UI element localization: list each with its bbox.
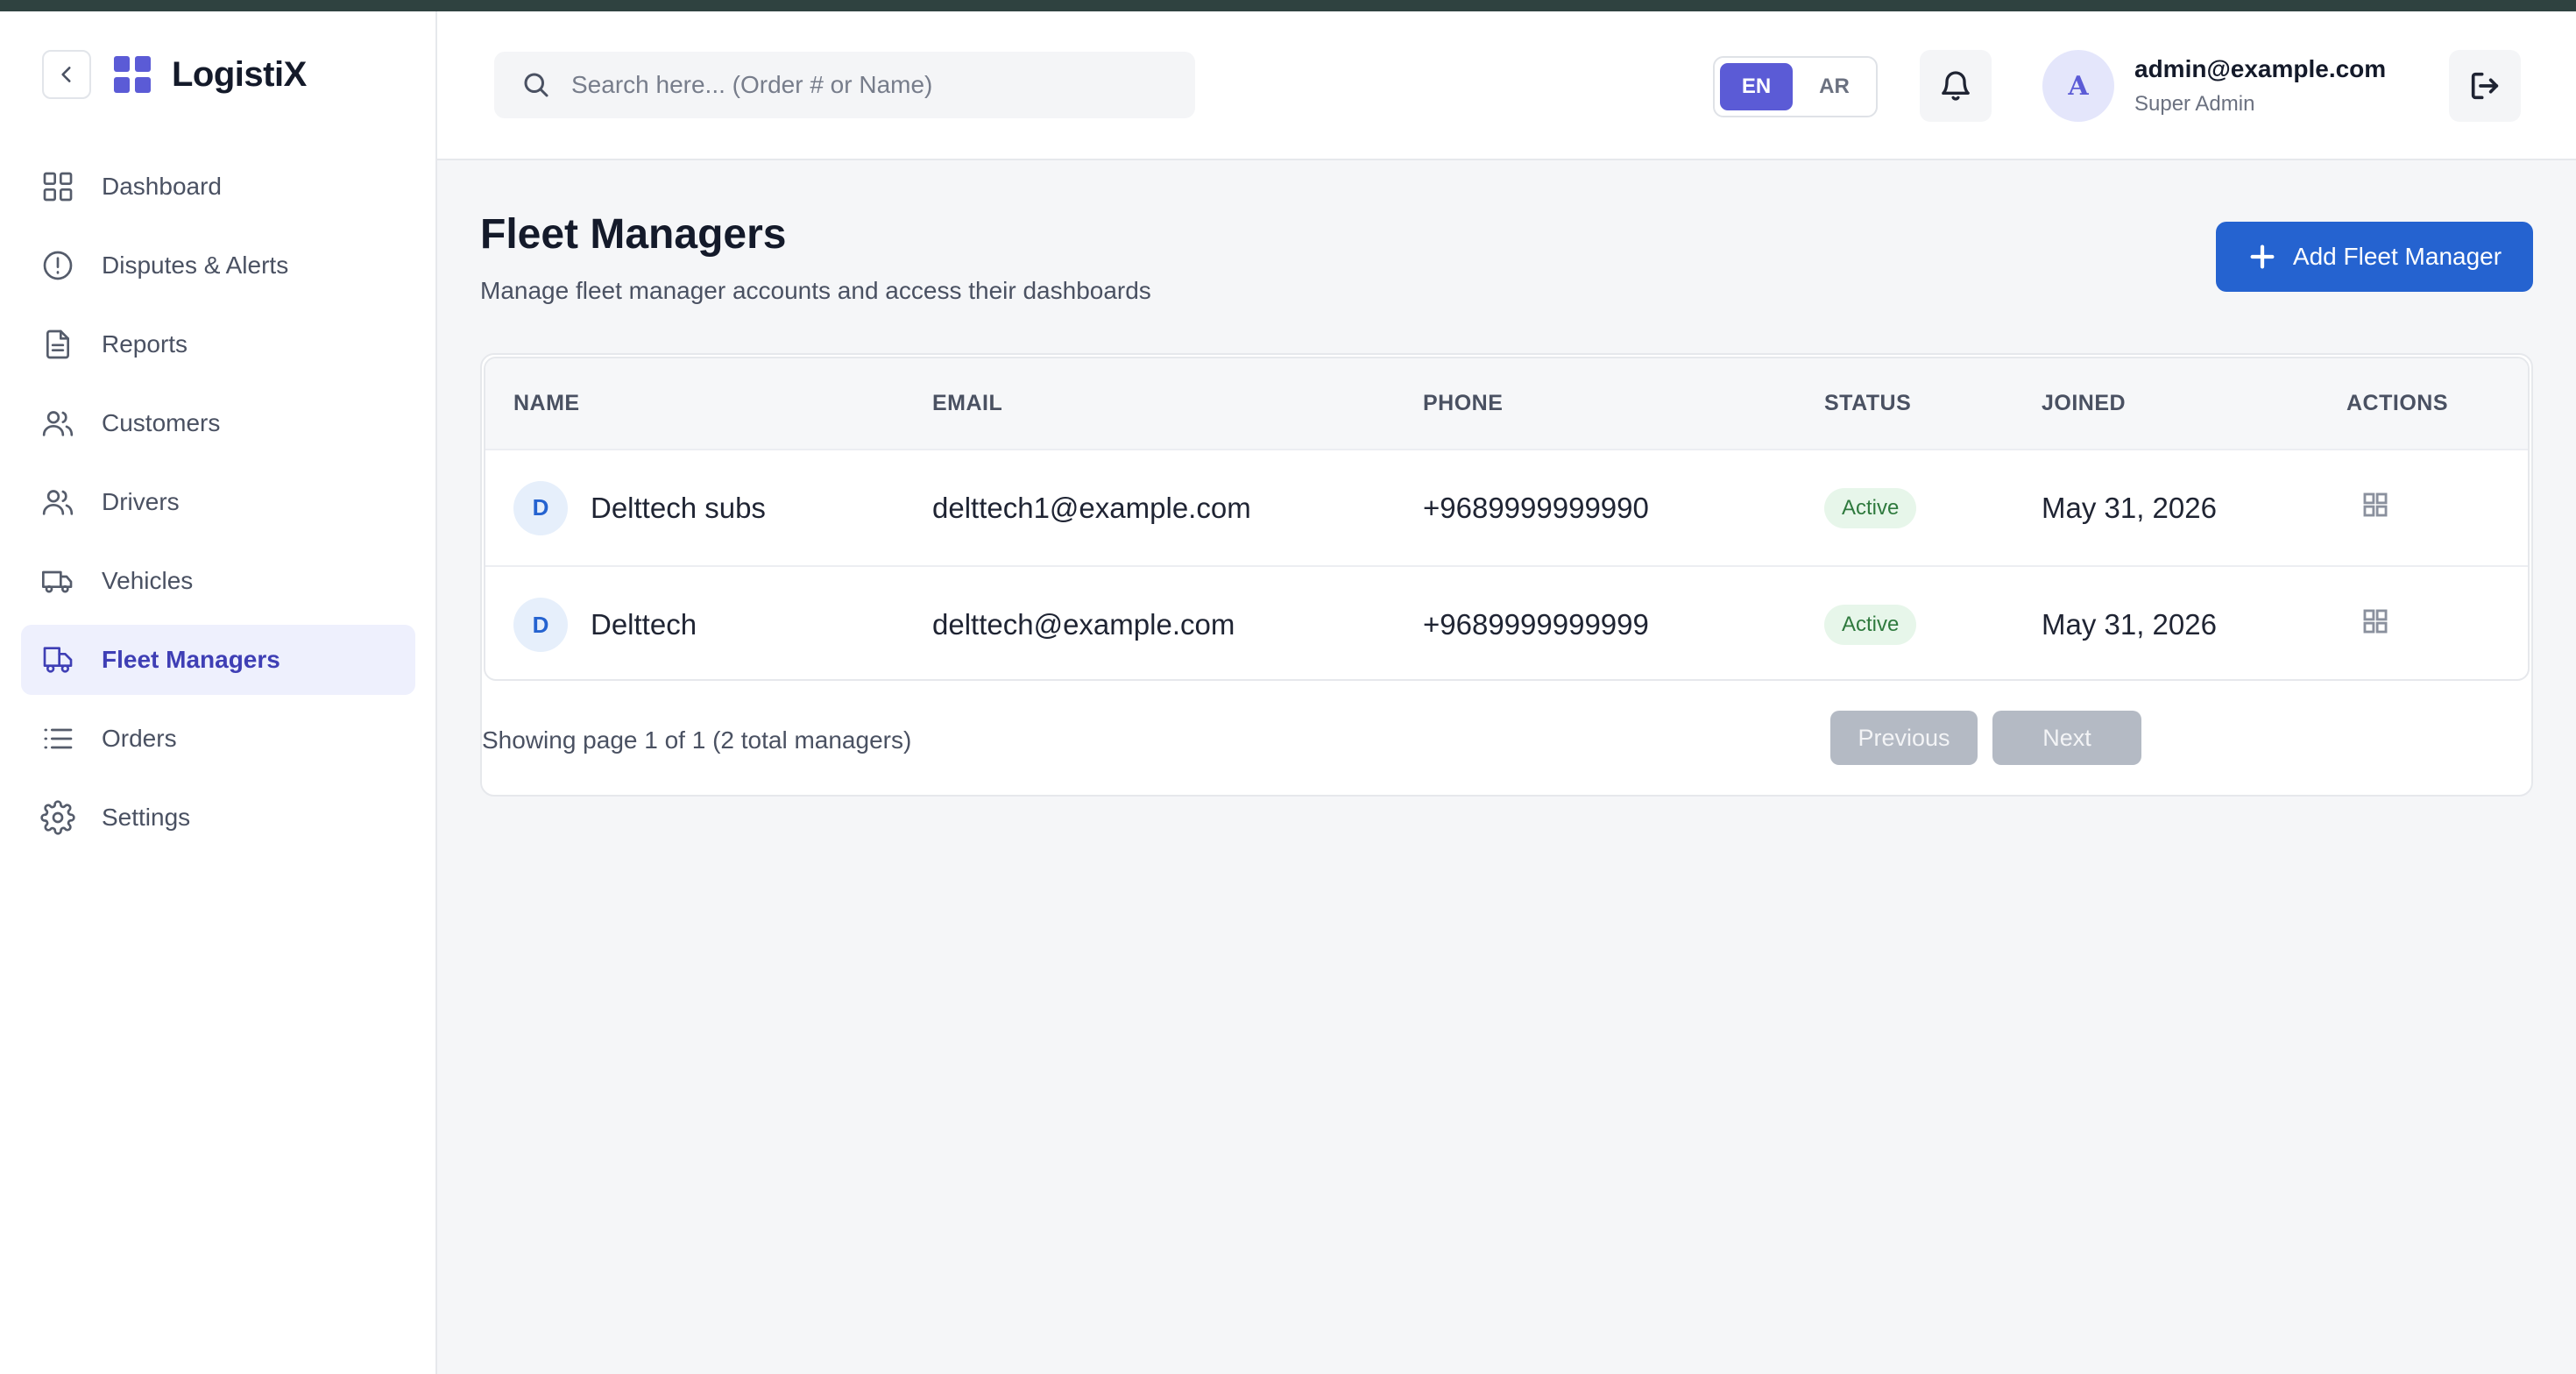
search-bar[interactable] (494, 52, 1195, 118)
page-subtitle: Manage fleet manager accounts and access… (480, 277, 1151, 304)
table-row: D Delttech subs delttech1@example.com +9… (485, 450, 2528, 566)
status-badge: Active (1824, 487, 1917, 528)
search-icon (524, 73, 548, 97)
sidebar-nav: Dashboard Disputes & Alerts Reports Cust… (21, 152, 415, 861)
phone-cell: +9689999999999 (1423, 608, 1649, 641)
manager-name: Delttech (591, 608, 697, 641)
document-icon (46, 329, 69, 359)
sidebar-item-label: Fleet Managers (102, 646, 280, 673)
logout-icon (2471, 72, 2499, 100)
lang-ar-button[interactable]: AR (1798, 63, 1871, 110)
actions-cell (2346, 566, 2528, 679)
sidebar-item-settings[interactable]: Settings (21, 783, 415, 853)
joined-cell: May 31, 2026 (2042, 491, 2217, 524)
fleet-managers-card: NAME EMAIL PHONE STATUS JOINED ACTIONS D… (480, 353, 2533, 797)
sidebar-item-label: Dashboard (102, 173, 222, 200)
sidebar: LogistiX Dashboard Disputes & Alerts Rep… (0, 11, 437, 1374)
sidebar-item-disputes-alerts[interactable]: Disputes & Alerts (21, 230, 415, 301)
truck-user-icon (43, 647, 73, 673)
grid-icon (43, 172, 73, 202)
brand: LogistiX (42, 48, 307, 101)
phone-cell: +9689999999990 (1423, 491, 1649, 524)
actions-cell (2346, 450, 2528, 566)
user-email: admin@example.com (2134, 55, 2387, 82)
email-cell: delttech@example.com (932, 608, 1235, 641)
sidebar-item-orders[interactable]: Orders (21, 704, 415, 774)
window-top-strip (0, 0, 2576, 11)
grid-icon (2363, 609, 2388, 634)
column-header-name: NAME (513, 391, 580, 415)
previous-page-button[interactable]: Previous (1830, 711, 1978, 765)
plus-icon (2250, 244, 2275, 269)
brand-logo-icon (114, 56, 151, 93)
language-toggle: EN AR (1713, 56, 1878, 117)
chevron-left-icon (61, 67, 71, 82)
alert-circle-icon (43, 251, 73, 280)
table-header-row: NAME EMAIL PHONE STATUS JOINED ACTIONS (485, 358, 2528, 450)
email-cell: delttech1@example.com (932, 491, 1251, 524)
brand-name: LogistiX (172, 54, 307, 94)
pagination-info: Showing page 1 of 1 (2 total managers) (482, 726, 912, 754)
sidebar-item-label: Customers (102, 409, 221, 436)
name-cell: D Delttech (485, 566, 932, 679)
joined-cell: May 31, 2026 (2042, 608, 2217, 641)
sidebar-item-label: Orders (102, 725, 177, 752)
open-dashboard-button[interactable] (2360, 490, 2390, 520)
page-title: Fleet Managers (480, 211, 787, 258)
user-info: admin@example.com Super Admin (2134, 55, 2386, 117)
collapse-sidebar-button[interactable] (42, 50, 91, 99)
sidebar-item-label: Disputes & Alerts (102, 251, 289, 279)
top-header: EN AR A admin@example.com Super Admin (437, 11, 2576, 160)
add-fleet-manager-label: Add Fleet Manager (2292, 243, 2502, 270)
column-header-email: EMAIL (932, 391, 1003, 415)
lang-en-button[interactable]: EN (1720, 63, 1793, 110)
fleet-managers-table: NAME EMAIL PHONE STATUS JOINED ACTIONS D… (484, 357, 2530, 681)
row-avatar: D (513, 480, 568, 535)
manager-name: Delttech subs (591, 491, 766, 524)
truck-icon (42, 570, 73, 593)
users-icon (42, 411, 74, 436)
column-header-joined: JOINED (2042, 391, 2127, 415)
sidebar-item-dashboard[interactable]: Dashboard (21, 152, 415, 222)
bell-icon (1942, 71, 1970, 101)
status-cell: Active (1824, 450, 2042, 566)
status-badge: Active (1824, 605, 1917, 645)
user-avatar[interactable]: A (2042, 50, 2114, 122)
logout-button[interactable] (2449, 50, 2521, 122)
sidebar-item-label: Drivers (102, 488, 180, 515)
users-icon (42, 490, 74, 515)
sidebar-item-label: Settings (102, 804, 191, 831)
grid-icon (2363, 492, 2388, 516)
sidebar-item-drivers[interactable]: Drivers (21, 467, 415, 537)
notifications-button[interactable] (1920, 50, 1992, 122)
row-avatar: D (513, 598, 568, 652)
column-header-actions: ACTIONS (2346, 391, 2448, 415)
status-cell: Active (1824, 566, 2042, 679)
column-header-phone: PHONE (1423, 391, 1504, 415)
next-page-button[interactable]: Next (1992, 711, 2141, 765)
search-input[interactable] (571, 71, 1167, 99)
sidebar-item-reports[interactable]: Reports (21, 309, 415, 379)
add-fleet-manager-button[interactable]: Add Fleet Manager (2216, 222, 2533, 292)
column-header-status: STATUS (1824, 391, 1912, 415)
name-cell: D Delttech subs (485, 450, 932, 566)
sidebar-item-customers[interactable]: Customers (21, 388, 415, 458)
sidebar-item-vehicles[interactable]: Vehicles (21, 546, 415, 616)
sidebar-item-label: Reports (102, 330, 188, 358)
list-icon (44, 728, 73, 749)
sidebar-item-fleet-managers[interactable]: Fleet Managers (21, 625, 415, 695)
sidebar-item-label: Vehicles (102, 567, 194, 594)
table-row: D Delttech delttech@example.com +9689999… (485, 566, 2528, 679)
user-role: Super Admin (2134, 92, 2255, 116)
gear-icon (40, 800, 75, 835)
open-dashboard-button[interactable] (2360, 606, 2390, 636)
